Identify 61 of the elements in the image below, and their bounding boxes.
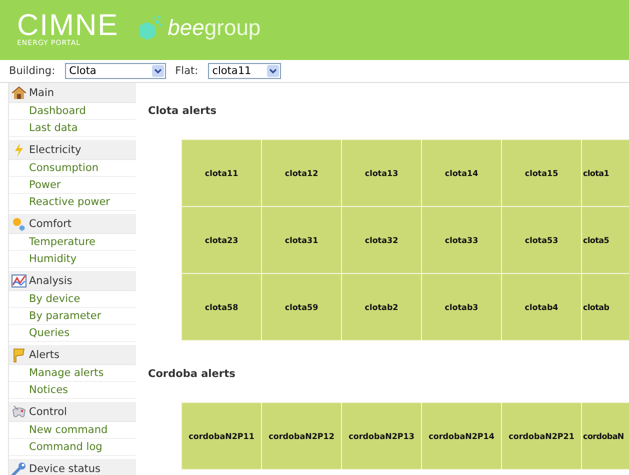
alert-tile[interactable]: clotab3 [422,274,501,340]
sidebar-section-header[interactable]: Comfort [9,214,136,234]
brand-name: bee [168,15,204,40]
sidebar-item[interactable]: Dashboard [9,103,136,120]
sidebar-section-header[interactable]: Alerts [9,345,136,365]
sidebar-item[interactable]: New command [9,422,136,439]
hexagon-logo-icon [136,14,163,42]
alert-tile[interactable]: clota59 [262,274,341,340]
alert-tile[interactable]: cordobaN2P11 [182,403,261,469]
alert-tile[interactable]: clota32 [342,207,421,273]
alert-tile[interactable]: clota5 [582,207,629,273]
alert-tile[interactable]: cordobaN [582,403,629,469]
dropdown[interactable]: clota11 [208,63,282,79]
alert-tile[interactable]: clotab4 [502,274,581,340]
brand-name: group [204,15,261,40]
filter-label: Flat: [175,65,198,77]
sidebar-section-header[interactable]: Main [9,83,136,103]
alert-tile[interactable]: clotab [582,274,629,340]
alert-tile[interactable]: clota31 [262,207,341,273]
section-title: Clota alerts [148,105,218,118]
alert-tile[interactable]: cordobaN2P14 [422,403,501,469]
alert-tile[interactable]: cordobaN2P12 [262,403,341,469]
sidebar-item[interactable]: Notices [9,382,136,399]
sidebar-item[interactable]: Command log [9,439,136,456]
sidebar-section-header[interactable]: Electricity [9,140,136,160]
sidebar-section-header[interactable]: Device status [9,459,136,475]
alert-tile[interactable]: clota14 [422,140,501,206]
alert-tile[interactable]: clota58 [182,274,261,340]
sidebar-section-header[interactable]: Analysis [9,271,136,291]
sidebar-item[interactable]: Power [9,177,136,194]
section-icon [11,346,27,362]
sidebar-item[interactable]: Queries [9,325,136,342]
section-icon [11,216,27,232]
alert-tile[interactable]: clota1 [582,140,629,206]
alert-tile[interactable]: cordobaN2P21 [502,403,581,469]
alert-tile[interactable]: clota11 [182,140,261,206]
alert-tile[interactable]: clotab2 [342,274,421,340]
dropdown[interactable]: Clota [65,63,166,79]
sidebar-item[interactable]: Last data [9,120,136,137]
alert-tile[interactable]: cordobaN2P13 [342,403,421,469]
alert-tile[interactable]: clota13 [342,140,421,206]
sidebar-item[interactable]: Temperature [9,234,136,251]
section-title: Cordoba alerts [148,368,236,381]
alert-tile[interactable]: clota53 [502,207,581,273]
section-icon [11,460,27,475]
alert-tile[interactable]: clota15 [502,140,581,206]
sidebar-item[interactable]: By device [9,291,136,308]
alert-tile[interactable]: clota33 [422,207,501,273]
alert-tile[interactable]: clota23 [182,207,261,273]
section-icon [11,272,27,288]
filter-label: Building: [9,65,56,77]
sidebar-item[interactable]: Humidity [9,251,136,268]
sidebar-item[interactable]: Reactive power [9,194,136,211]
sidebar-item[interactable]: Manage alerts [9,365,136,382]
sidebar-section-header[interactable]: Control [9,402,136,422]
logo-title: CIMNE [17,12,119,38]
sidebar-item[interactable]: Consumption [9,160,136,177]
sidebar-item[interactable]: By parameter [9,308,136,325]
section-icon [11,404,27,420]
alert-tile[interactable]: clota12 [262,140,341,206]
section-icon [11,84,27,100]
